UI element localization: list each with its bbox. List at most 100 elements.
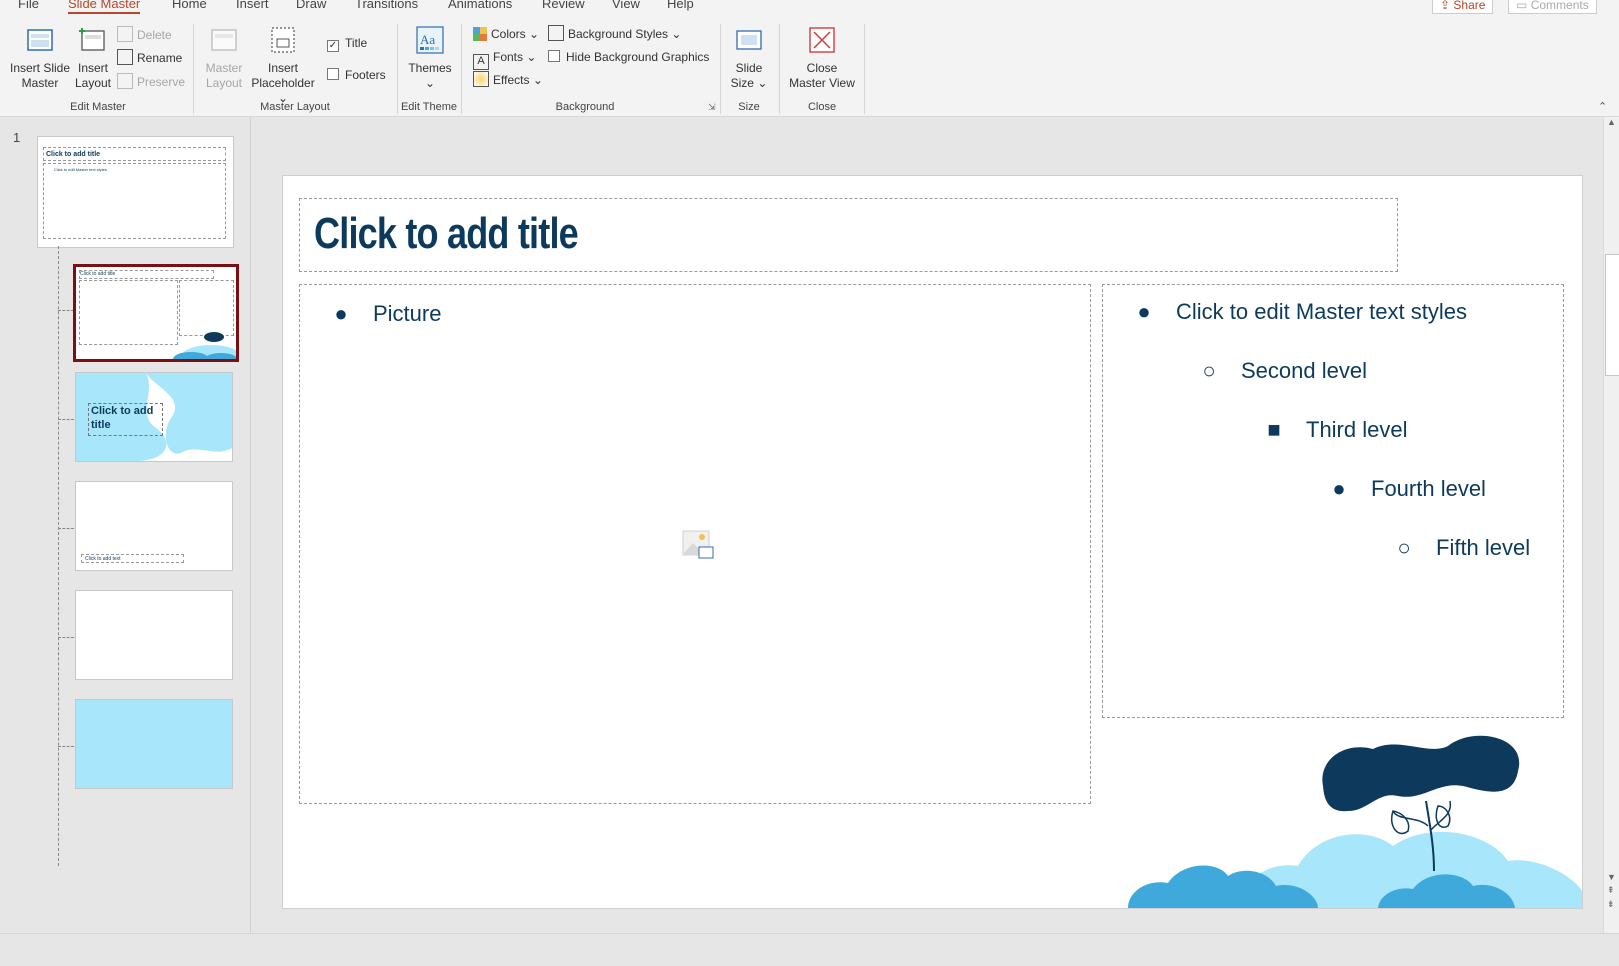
rename-icon: [117, 49, 133, 65]
svg-text:Aa: Aa: [420, 32, 435, 47]
tab-draw[interactable]: Draw: [296, 0, 326, 11]
share-button[interactable]: ⇪ Share: [1432, 0, 1494, 14]
scroll-up-arrow-icon[interactable]: ▲: [1607, 117, 1616, 127]
layout-thumbnail-selected[interactable]: Click to add title: [73, 264, 239, 362]
tab-insert[interactable]: Insert: [236, 0, 269, 11]
insert-placeholder-button[interactable]: Insert Placeholder ⌄: [246, 26, 320, 106]
background-styles-icon: [548, 25, 564, 41]
comments-button[interactable]: ▭ Comments: [1508, 0, 1597, 14]
scrollbar-thumb[interactable]: [1605, 254, 1619, 376]
rename-button[interactable]: Rename: [117, 49, 182, 67]
chevron-down-icon: ⌄: [757, 76, 768, 90]
close-icon: [809, 27, 835, 53]
effects-dropdown[interactable]: Effects ⌄: [473, 71, 543, 89]
group-label-master-layout: Master Layout: [260, 101, 330, 113]
colors-dropdown[interactable]: Colors ⌄: [473, 25, 539, 43]
chevron-down-icon: ⌄: [532, 73, 543, 87]
tab-home[interactable]: Home: [172, 0, 207, 11]
master-layout-button[interactable]: Master Layout: [202, 26, 246, 91]
scroll-down-arrow-icon[interactable]: ▼: [1607, 872, 1616, 882]
insert-slide-master-button[interactable]: Insert Slide Master: [8, 26, 72, 91]
layout-connector: [58, 419, 74, 420]
ribbon-separator: [193, 24, 194, 114]
tab-view[interactable]: View: [612, 0, 640, 11]
hide-background-graphics-checkbox[interactable]: Hide Background Graphics: [548, 48, 709, 66]
layout-connector: [58, 637, 74, 638]
bullet-filled-circle-icon: ●: [334, 301, 348, 326]
insert-layout-icon: [79, 28, 105, 51]
insert-placeholder-icon: [271, 27, 295, 53]
thumb-body: Click to edit Master text styles: [43, 163, 226, 239]
text-level-5: ○ Fifth level: [1393, 535, 1530, 561]
bullet-filled-circle-icon: ●: [1137, 299, 1151, 324]
chevron-down-icon: ⌄: [526, 50, 537, 64]
bullet-square-icon: ■: [1267, 417, 1281, 442]
layout-thumbnail[interactable]: [75, 699, 233, 789]
group-label-edit-master: Edit Master: [70, 101, 126, 113]
thumb-title: Click to add title: [79, 270, 214, 279]
layout-connector: [58, 310, 74, 311]
comment-icon: ▭: [1516, 0, 1528, 12]
bullet-hollow-circle-icon: ○: [1397, 535, 1411, 560]
tab-transitions[interactable]: Transitions: [355, 0, 418, 11]
insert-layout-button[interactable]: Insert Layout: [74, 26, 112, 91]
text-level-3: ■ Third level: [1263, 417, 1407, 443]
themes-icon: Aa: [416, 26, 444, 54]
tab-animations[interactable]: Animations: [448, 0, 512, 11]
layout-thumbnail[interactable]: Click to add text: [75, 481, 233, 571]
master-layout-icon: [211, 29, 237, 51]
text-level-1: ● Click to edit Master text styles: [1133, 299, 1467, 325]
title-checkbox[interactable]: ✓ Title: [327, 34, 367, 52]
next-slide-icon[interactable]: ⇟: [1607, 899, 1615, 910]
tab-file[interactable]: File: [18, 0, 39, 11]
thumb-text-placeholder: Click to add text: [81, 554, 184, 563]
checkbox-checked-icon: ✓: [327, 40, 339, 52]
bullet-filled-circle-icon: ●: [1332, 476, 1346, 501]
ribbon-separator: [461, 24, 462, 114]
picture-placeholder[interactable]: ● Picture: [299, 284, 1091, 804]
chevron-down-icon: ⌄: [424, 76, 436, 90]
layout-thumbnail[interactable]: [75, 590, 233, 680]
background-styles-dropdown[interactable]: Background Styles ⌄: [548, 25, 681, 43]
text-level-2: ○ Second level: [1198, 358, 1367, 384]
thumbnail-pane: 1 Click to add title Click to edit Maste…: [0, 117, 251, 933]
slide-size-button[interactable]: Slide Size ⌄: [727, 26, 771, 91]
title-placeholder[interactable]: Click to add title: [299, 198, 1398, 272]
slide-canvas: Click to add title ● Picture ● Click to ed…: [282, 175, 1583, 909]
ribbon-separator: [864, 24, 865, 114]
themes-button[interactable]: Aa Themes ⌄: [405, 26, 455, 91]
preserve-button[interactable]: Preserve: [117, 73, 185, 91]
tab-help[interactable]: Help: [667, 0, 694, 11]
text-placeholder[interactable]: ● Click to edit Master text styles ○ Secon…: [1102, 284, 1564, 718]
collapse-ribbon-icon[interactable]: ⌃: [1598, 100, 1607, 113]
ribbon-tab-bar: File Slide Master Home Insert Draw Trans…: [0, 0, 1619, 14]
status-bar: [0, 933, 1619, 966]
footers-checkbox[interactable]: Footers: [327, 66, 386, 84]
picture-bullet-item: ● Picture: [330, 301, 441, 327]
colors-icon: [473, 27, 487, 41]
bullet-hollow-circle-icon: ○: [1202, 358, 1216, 383]
tab-review[interactable]: Review: [542, 0, 585, 11]
fonts-icon: A: [473, 54, 489, 70]
delete-button[interactable]: Delete: [117, 26, 172, 44]
preserve-icon: [117, 73, 133, 89]
group-label-close: Close: [807, 101, 837, 113]
dialog-launcher-icon[interactable]: ⇲: [708, 102, 716, 113]
thumb-title: Click to add title: [43, 147, 226, 161]
close-master-view-button[interactable]: Close Master View: [784, 26, 860, 91]
fonts-dropdown[interactable]: A Fonts ⌄: [473, 48, 537, 70]
previous-slide-icon[interactable]: ⇞: [1607, 885, 1615, 896]
slide-number: 1: [13, 130, 21, 145]
tab-slide-master[interactable]: Slide Master: [68, 0, 141, 14]
layout-connector: [58, 528, 74, 529]
insert-picture-icon[interactable]: [682, 529, 714, 561]
vertical-scrollbar[interactable]: ▲ ▼ ⇞ ⇟: [1603, 117, 1619, 933]
layout-thumbnail[interactable]: Click to add title: [75, 372, 233, 462]
slide-size-icon: [736, 30, 762, 50]
slide-master-thumbnail[interactable]: Click to add title Click to edit Master …: [37, 136, 234, 248]
slide-title: Click to add title: [314, 209, 579, 258]
group-label-edit-theme: Edit Theme: [400, 101, 458, 113]
chevron-down-icon: ⌄: [671, 27, 682, 41]
effects-icon: [473, 71, 489, 87]
chevron-down-icon: ⌄: [529, 27, 540, 41]
